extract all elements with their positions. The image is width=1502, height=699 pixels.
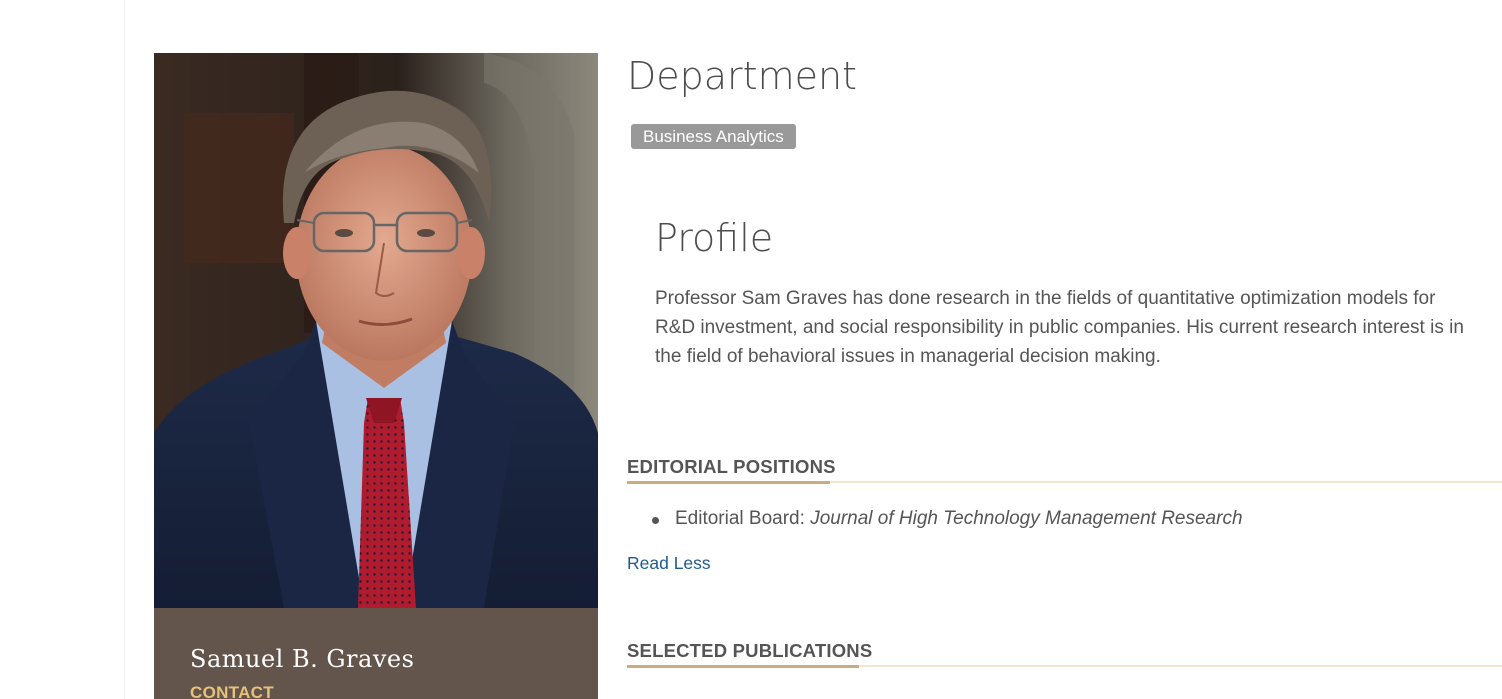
department-heading: Department [627, 54, 857, 98]
profile-bio-line: Professor Sam Graves has done research i… [655, 288, 1436, 309]
left-gutter [0, 0, 125, 699]
editorial-positions-heading: EDITORIAL POSITIONS [627, 456, 836, 477]
name-plate: Samuel B. Graves CONTACT [154, 608, 598, 699]
faculty-profile-page: Samuel B. Graves CONTACT Department Busi… [0, 0, 1502, 699]
selected-publications-heading: SELECTED PUBLICATIONS [627, 640, 873, 661]
faculty-portrait-photo [154, 53, 598, 608]
contact-link[interactable]: CONTACT [190, 683, 274, 699]
portrait-image [154, 53, 598, 608]
list-item: Editorial Board: Journal of High Technol… [652, 508, 1243, 530]
profile-bio-line: the field of behavioral issues in manage… [655, 346, 1161, 367]
faculty-name: Samuel B. Graves [190, 645, 415, 673]
editorial-positions-list: Editorial Board: Journal of High Technol… [652, 508, 1243, 530]
bullet-icon [652, 517, 659, 524]
editorial-role: Editorial Board: [675, 508, 811, 529]
read-less-link[interactable]: Read Less [627, 553, 711, 574]
profile-heading: Profile [655, 216, 774, 260]
section-divider-accent [627, 665, 859, 668]
profile-card: Samuel B. Graves CONTACT [154, 53, 598, 699]
journal-title: Journal of High Technology Management Re… [810, 508, 1243, 529]
profile-bio: Professor Sam Graves has done research i… [655, 284, 1502, 371]
profile-bio-line: R&D investment, and social responsibilit… [655, 317, 1464, 338]
department-tag-business-analytics[interactable]: Business Analytics [631, 124, 796, 149]
section-divider-accent [627, 481, 830, 484]
